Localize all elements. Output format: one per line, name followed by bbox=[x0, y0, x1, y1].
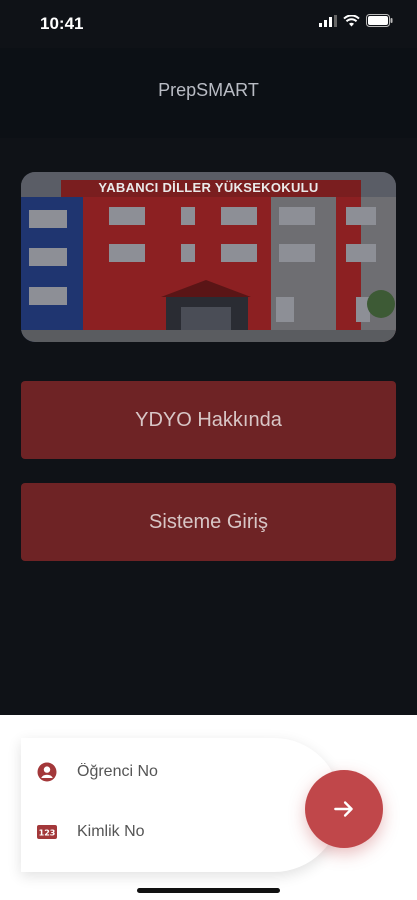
status-icons bbox=[319, 14, 393, 27]
app-header: PrepSMART bbox=[0, 48, 417, 138]
system-login-button[interactable]: Sisteme Giriş bbox=[21, 483, 396, 561]
arrow-right-icon bbox=[334, 801, 353, 817]
home-indicator[interactable] bbox=[137, 888, 280, 893]
svg-text:123: 123 bbox=[39, 829, 56, 838]
about-ydyo-button[interactable]: YDYO Hakkında bbox=[21, 381, 396, 459]
login-submit-button[interactable] bbox=[305, 770, 383, 848]
building-illustration bbox=[21, 172, 396, 342]
numeric-keypad-icon: 123 bbox=[37, 825, 57, 839]
id-no-input[interactable] bbox=[75, 822, 279, 842]
app-title: PrepSMART bbox=[158, 80, 259, 100]
student-no-row bbox=[37, 762, 279, 782]
id-no-row: 123 bbox=[37, 822, 279, 842]
wifi-icon bbox=[343, 14, 360, 26]
school-banner-image: YABANCI DİLLER YÜKSEKOKULU bbox=[21, 172, 396, 342]
signal-icon bbox=[319, 14, 337, 27]
user-icon bbox=[37, 762, 57, 782]
status-bar: 10:41 bbox=[0, 0, 417, 48]
battery-icon bbox=[366, 14, 393, 27]
banner-sign-text: YABANCI DİLLER YÜKSEKOKULU bbox=[98, 180, 319, 195]
status-time: 10:41 bbox=[40, 14, 84, 33]
login-card: 123 bbox=[21, 738, 341, 872]
student-no-input[interactable] bbox=[75, 762, 279, 782]
